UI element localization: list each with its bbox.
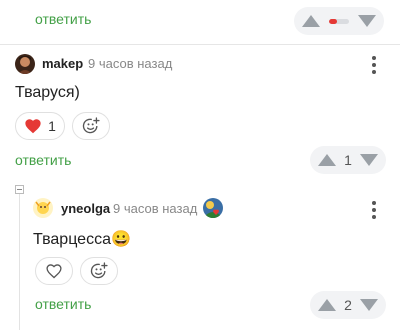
comment-text: Тваруся) bbox=[15, 84, 80, 101]
add-emoji-icon bbox=[82, 117, 100, 134]
thumb-up-icon[interactable] bbox=[318, 299, 336, 311]
like-reaction-button[interactable] bbox=[35, 257, 73, 285]
add-reaction-button[interactable] bbox=[80, 257, 118, 285]
vote-widget-previous bbox=[294, 7, 384, 35]
like-reaction-button[interactable]: 1 bbox=[15, 112, 65, 140]
more-vertical-icon[interactable] bbox=[371, 56, 377, 74]
comment-divider bbox=[0, 44, 400, 45]
vote-count: 2 bbox=[344, 297, 352, 313]
reply-link-previous[interactable]: ответить bbox=[35, 11, 91, 27]
vote-widget-makep: 1 bbox=[310, 146, 386, 174]
avatar-yneolga[interactable] bbox=[33, 198, 53, 218]
reply-link-makep[interactable]: ответить bbox=[15, 152, 71, 168]
comment-text: Тварцесса😀 bbox=[33, 231, 131, 248]
heart-outline-icon bbox=[46, 264, 62, 279]
vote-count: 1 bbox=[344, 152, 352, 168]
comment-timestamp: 9 часов назад bbox=[88, 56, 173, 71]
add-reaction-button[interactable] bbox=[72, 112, 110, 140]
heart-icon bbox=[25, 119, 41, 134]
username-makep[interactable]: makep bbox=[42, 56, 83, 71]
vote-widget-yneolga: 2 bbox=[310, 291, 386, 319]
add-emoji-icon bbox=[90, 262, 108, 279]
thread-line bbox=[19, 194, 20, 330]
avatar-makep[interactable] bbox=[15, 54, 35, 74]
reply-link-yneolga[interactable]: ответить bbox=[35, 296, 91, 312]
thumb-up-icon[interactable] bbox=[318, 154, 336, 166]
collapse-thread-button[interactable] bbox=[15, 185, 24, 194]
comment-timestamp: 9 часов назад bbox=[113, 201, 198, 216]
thumb-down-icon[interactable] bbox=[360, 299, 378, 311]
rating-bar bbox=[329, 18, 349, 24]
upvote-icon[interactable] bbox=[302, 15, 320, 27]
username-yneolga[interactable]: yneolga bbox=[61, 201, 110, 216]
more-vertical-icon[interactable] bbox=[371, 201, 377, 219]
like-count: 1 bbox=[48, 118, 56, 134]
thumb-down-icon[interactable] bbox=[360, 154, 378, 166]
award-badge-icon[interactable] bbox=[203, 198, 223, 218]
downvote-icon[interactable] bbox=[358, 15, 376, 27]
